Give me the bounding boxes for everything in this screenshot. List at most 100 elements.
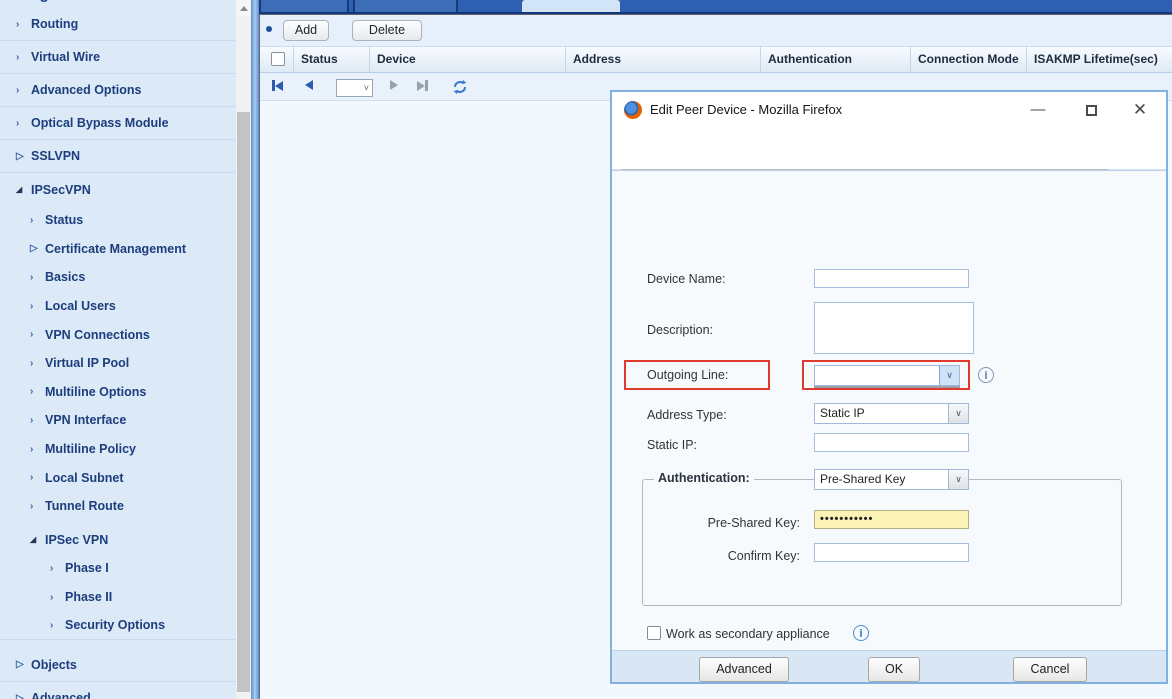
confirm-key-label: Confirm Key: <box>727 549 800 563</box>
outgoing-line-field-highlight <box>802 360 970 390</box>
sidebar-item-virtual-wire[interactable]: › Virtual Wire <box>0 41 236 74</box>
next-page-button[interactable] <box>390 80 398 90</box>
expand-arrow-icon: ▷ <box>30 243 38 255</box>
sidebar-item-ipsecvpn[interactable]: ◢ IPSecVPN <box>0 173 236 206</box>
sidebar-item-basics[interactable]: › Basics <box>0 263 236 292</box>
chevron-down-icon[interactable]: ∨ <box>948 404 968 423</box>
sidebar-item-certificate-management[interactable]: ▷ Certificate Management <box>0 235 236 264</box>
description-label: Description: <box>647 323 713 337</box>
secondary-appliance-info-icon[interactable]: i <box>853 625 869 641</box>
expand-arrow-icon: › <box>16 117 20 129</box>
authentication-select[interactable]: Pre-Shared Key ∨ <box>814 469 969 490</box>
page-number-select[interactable]: ˅ <box>336 79 373 97</box>
column-header-connection-mode[interactable]: Connection Mode <box>911 46 1027 73</box>
sidebar-item-local-subnet[interactable]: › Local Subnet <box>0 463 236 492</box>
delete-button[interactable]: Delete <box>352 20 422 41</box>
sidebar-item-phase-i[interactable]: › Phase I <box>0 554 236 583</box>
sidebar-item-security-options[interactable]: › Security Options <box>0 611 236 640</box>
expand-arrow-icon: ◢ <box>16 185 23 194</box>
static-ip-label: Static IP: <box>647 438 698 452</box>
sidebar-item-sslvpn[interactable]: ▷ SSLVPN <box>0 140 236 173</box>
expand-arrow-icon: › <box>16 51 20 63</box>
expand-arrow-icon: › <box>30 472 34 484</box>
panel-splitter[interactable] <box>251 0 259 699</box>
tab-segment-active[interactable] <box>522 0 620 12</box>
static-ip-input[interactable] <box>814 433 969 452</box>
sidebar-item-optical-bypass-module[interactable]: › Optical Bypass Module <box>0 107 236 140</box>
sidebar-item-local-users[interactable]: › Local Users <box>0 292 236 321</box>
outgoing-line-info-icon[interactable]: i <box>978 367 994 383</box>
pre-shared-key-label: Pre-Shared Key: <box>707 516 800 530</box>
secondary-appliance-label: Work as secondary appliance <box>666 627 830 641</box>
sidebar-item-status[interactable]: › Status <box>0 206 236 235</box>
expand-arrow-icon: › <box>16 18 20 30</box>
toolbar-bullet-dot <box>266 26 272 32</box>
sidebar-item-multiline-options[interactable]: › Multiline Options <box>0 378 236 407</box>
expand-arrow-icon: › <box>30 300 34 312</box>
sidebar-item-vpn-connections[interactable]: › VPN Connections <box>0 320 236 349</box>
refresh-button[interactable] <box>452 79 468 95</box>
top-tabstrip-clipped <box>259 0 1172 14</box>
confirm-key-input[interactable] <box>814 543 969 562</box>
sidebar-item-virtual-ip-pool[interactable]: › Virtual IP Pool <box>0 349 236 378</box>
column-header-device[interactable]: Device <box>370 46 566 73</box>
maximize-button[interactable] <box>1071 92 1111 128</box>
secondary-appliance-checkbox[interactable] <box>647 626 661 640</box>
select-all-checkbox[interactable] <box>271 52 285 66</box>
sidebar-item-multiline-policy[interactable]: › Multiline Policy <box>0 435 236 464</box>
refresh-icon <box>453 80 467 94</box>
sidebar-item-tunnel-route[interactable]: › Tunnel Route <box>0 492 236 521</box>
description-textarea[interactable] <box>814 302 974 354</box>
advanced-button[interactable]: Advanced <box>699 657 789 682</box>
expand-arrow-icon: ▷ <box>16 659 24 671</box>
expand-arrow-icon: ▷ <box>16 692 24 699</box>
column-header-address[interactable]: Address <box>566 46 761 73</box>
tab-segment[interactable] <box>259 0 349 12</box>
expand-arrow-icon: ◢ <box>30 535 37 545</box>
app-root: Navigation ›Routing ›Virtual Wire ›Advan… <box>0 0 1172 699</box>
expand-arrow-icon: › <box>30 271 34 283</box>
column-header-status[interactable]: Status <box>294 46 370 73</box>
sidebar-scrollbar[interactable] <box>236 0 251 699</box>
sidebar-item-advanced[interactable]: ▷ Advanced <box>0 682 236 699</box>
expand-arrow-icon: › <box>30 214 34 226</box>
sidebar-item-phase-ii[interactable]: › Phase II <box>0 583 236 612</box>
column-header-authentication[interactable]: Authentication <box>761 46 911 73</box>
dialog-form-body: Device Name: Description: Outgoing Line:… <box>612 170 1166 682</box>
scroll-up-arrow-icon[interactable] <box>236 0 251 16</box>
close-button[interactable]: ✕ <box>1120 92 1160 128</box>
scrollbar-thumb[interactable] <box>237 112 250 692</box>
cancel-button[interactable]: Cancel <box>1013 657 1087 682</box>
sidebar-item-objects[interactable]: ▷ Objects <box>0 649 236 682</box>
browser-url-row: i https://192.2/html/dlan/device_oper▦ •… <box>612 128 1166 200</box>
pre-shared-key-input[interactable]: ••••••••••• <box>814 510 969 529</box>
address-type-select[interactable]: Static IP ∨ <box>814 403 969 424</box>
maximize-icon <box>1085 104 1097 116</box>
expand-arrow-icon: › <box>50 619 54 631</box>
chevron-down-icon[interactable]: ∨ <box>948 470 968 489</box>
device-name-input[interactable] <box>814 269 969 288</box>
sidebar-item-advanced-options[interactable]: › Advanced Options <box>0 74 236 107</box>
outgoing-line-label-highlight <box>624 360 770 390</box>
sidebar-item-vpn-interface[interactable]: › VPN Interface <box>0 406 236 435</box>
sidebar-item-routing[interactable]: › Routing <box>0 8 236 41</box>
sidebar-navigation: Navigation ›Routing ›Virtual Wire ›Advan… <box>0 0 236 699</box>
last-page-button[interactable] <box>417 80 428 91</box>
sidebar-item-ipsec-vpn[interactable]: ◢ IPSec VPN <box>0 526 236 555</box>
first-page-button[interactable] <box>272 80 283 91</box>
device-name-label: Device Name: <box>647 272 726 286</box>
chevron-down-icon: ˅ <box>363 83 369 93</box>
expand-arrow-icon: › <box>50 562 54 574</box>
authentication-label: Authentication: <box>654 471 754 485</box>
tab-segment[interactable] <box>353 0 458 12</box>
add-button[interactable]: Add <box>283 20 329 41</box>
prev-page-button[interactable] <box>305 80 313 90</box>
dialog-titlebar[interactable]: Edit Peer Device - Mozilla Firefox — ✕ <box>612 92 1166 128</box>
ok-button[interactable]: OK <box>868 657 920 682</box>
expand-arrow-icon: › <box>16 84 20 96</box>
expand-arrow-icon: › <box>30 443 34 455</box>
expand-arrow-icon: › <box>30 500 34 512</box>
expand-arrow-icon: › <box>30 386 34 398</box>
minimize-button[interactable]: — <box>1018 92 1058 128</box>
column-header-isakmp-lifetime[interactable]: ISAKMP Lifetime(sec) <box>1027 46 1172 73</box>
